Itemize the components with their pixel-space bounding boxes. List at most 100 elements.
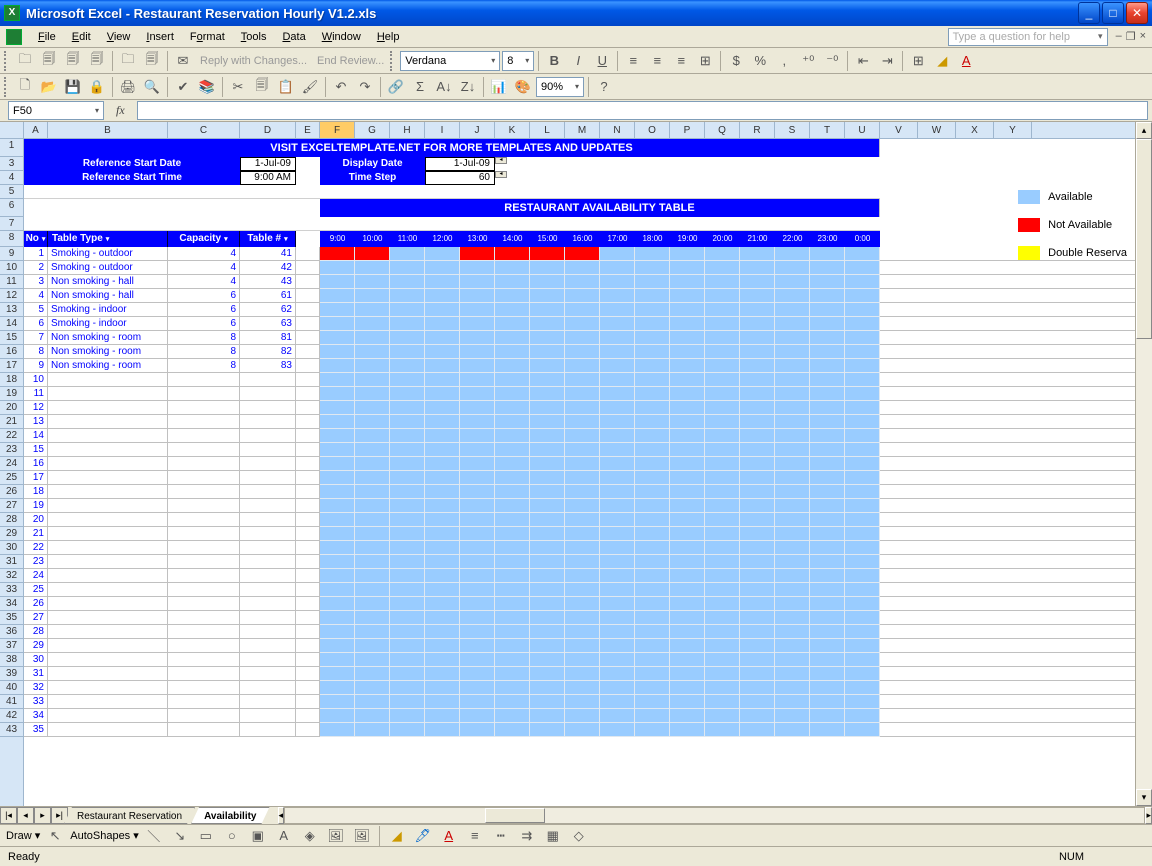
cell-table-num[interactable] bbox=[240, 625, 296, 639]
cell-type[interactable] bbox=[48, 485, 168, 499]
slot[interactable] bbox=[355, 247, 390, 261]
slot[interactable] bbox=[670, 499, 705, 513]
slot[interactable] bbox=[530, 541, 565, 555]
cell-no[interactable]: 1 bbox=[24, 247, 48, 261]
slot[interactable] bbox=[635, 317, 670, 331]
slot[interactable] bbox=[635, 415, 670, 429]
percent-icon[interactable]: % bbox=[749, 50, 771, 72]
slot[interactable] bbox=[635, 261, 670, 275]
slot[interactable] bbox=[460, 457, 495, 471]
cell-no[interactable]: 19 bbox=[24, 499, 48, 513]
slot[interactable] bbox=[355, 499, 390, 513]
slot[interactable] bbox=[460, 499, 495, 513]
cell-table-num[interactable] bbox=[240, 653, 296, 667]
paste-icon[interactable]: 📋 bbox=[275, 76, 297, 98]
slot[interactable] bbox=[320, 317, 355, 331]
menu-help[interactable]: Help bbox=[369, 29, 408, 45]
row-header-8[interactable]: 8 bbox=[0, 231, 23, 247]
slot[interactable] bbox=[845, 317, 880, 331]
col-header-J[interactable]: J bbox=[460, 122, 495, 138]
slot[interactable] bbox=[565, 331, 600, 345]
slot[interactable] bbox=[670, 681, 705, 695]
worksheet-icon[interactable] bbox=[6, 29, 22, 45]
slot[interactable] bbox=[565, 709, 600, 723]
slot[interactable] bbox=[565, 569, 600, 583]
slot[interactable] bbox=[670, 527, 705, 541]
slot[interactable] bbox=[810, 667, 845, 681]
slot[interactable] bbox=[460, 415, 495, 429]
slot[interactable] bbox=[495, 625, 530, 639]
cell-type[interactable] bbox=[48, 541, 168, 555]
slot[interactable] bbox=[530, 555, 565, 569]
slot[interactable] bbox=[530, 695, 565, 709]
slot[interactable] bbox=[740, 345, 775, 359]
cell-capacity[interactable] bbox=[168, 611, 240, 625]
slot[interactable] bbox=[390, 681, 425, 695]
row-header-41[interactable]: 41 bbox=[0, 695, 23, 709]
slot[interactable] bbox=[740, 485, 775, 499]
align-right-icon[interactable]: ≡ bbox=[670, 50, 692, 72]
slot[interactable] bbox=[425, 667, 460, 681]
cell-table-num[interactable] bbox=[240, 597, 296, 611]
slot[interactable] bbox=[775, 667, 810, 681]
slot[interactable] bbox=[635, 709, 670, 723]
slot[interactable] bbox=[600, 569, 635, 583]
slot[interactable] bbox=[495, 653, 530, 667]
row-header-24[interactable]: 24 bbox=[0, 457, 23, 471]
slot[interactable] bbox=[775, 359, 810, 373]
cell-no[interactable]: 5 bbox=[24, 303, 48, 317]
formula-bar[interactable] bbox=[137, 101, 1148, 120]
cell-type[interactable] bbox=[48, 569, 168, 583]
cell-table-num[interactable]: 43 bbox=[240, 275, 296, 289]
slot[interactable] bbox=[845, 331, 880, 345]
cell-table-num[interactable]: 82 bbox=[240, 345, 296, 359]
slot[interactable] bbox=[460, 401, 495, 415]
autosum-icon[interactable]: Σ bbox=[409, 76, 431, 98]
col-header-O[interactable]: O bbox=[635, 122, 670, 138]
slot[interactable] bbox=[705, 569, 740, 583]
slot[interactable] bbox=[845, 597, 880, 611]
cell-capacity[interactable] bbox=[168, 709, 240, 723]
row-header-15[interactable]: 15 bbox=[0, 331, 23, 345]
slot[interactable] bbox=[705, 303, 740, 317]
slot[interactable] bbox=[530, 415, 565, 429]
row-header-40[interactable]: 40 bbox=[0, 681, 23, 695]
slot[interactable] bbox=[670, 317, 705, 331]
slot[interactable] bbox=[740, 639, 775, 653]
slot[interactable] bbox=[775, 527, 810, 541]
slot[interactable] bbox=[845, 387, 880, 401]
line-icon[interactable]: ＼ bbox=[143, 825, 165, 847]
cell-no[interactable]: 17 bbox=[24, 471, 48, 485]
slot[interactable] bbox=[635, 443, 670, 457]
slot[interactable] bbox=[390, 289, 425, 303]
slot[interactable] bbox=[600, 499, 635, 513]
slot[interactable] bbox=[635, 471, 670, 485]
col-header-C[interactable]: C bbox=[168, 122, 240, 138]
ref-start-date-value[interactable]: 1-Jul-09 bbox=[240, 157, 296, 171]
slot[interactable] bbox=[495, 247, 530, 261]
slot[interactable] bbox=[565, 597, 600, 611]
cell-type[interactable] bbox=[48, 499, 168, 513]
slot[interactable] bbox=[355, 485, 390, 499]
slot[interactable] bbox=[565, 401, 600, 415]
slot[interactable] bbox=[460, 569, 495, 583]
slot[interactable] bbox=[740, 443, 775, 457]
slot[interactable] bbox=[635, 359, 670, 373]
slot[interactable] bbox=[530, 303, 565, 317]
slot[interactable] bbox=[775, 513, 810, 527]
slot[interactable] bbox=[600, 513, 635, 527]
format-painter-icon[interactable]: 🖌 bbox=[299, 76, 321, 98]
shadow-icon[interactable]: ▦ bbox=[542, 825, 564, 847]
cell-capacity[interactable] bbox=[168, 555, 240, 569]
col-header-W[interactable]: W bbox=[918, 122, 956, 138]
cell-capacity[interactable] bbox=[168, 415, 240, 429]
slot[interactable] bbox=[635, 541, 670, 555]
slot[interactable] bbox=[495, 639, 530, 653]
slot[interactable] bbox=[355, 415, 390, 429]
slot[interactable] bbox=[845, 457, 880, 471]
slot[interactable] bbox=[635, 667, 670, 681]
wordart-icon[interactable]: A bbox=[273, 825, 295, 847]
slot[interactable] bbox=[320, 457, 355, 471]
slot[interactable] bbox=[530, 681, 565, 695]
cell-capacity[interactable] bbox=[168, 723, 240, 737]
